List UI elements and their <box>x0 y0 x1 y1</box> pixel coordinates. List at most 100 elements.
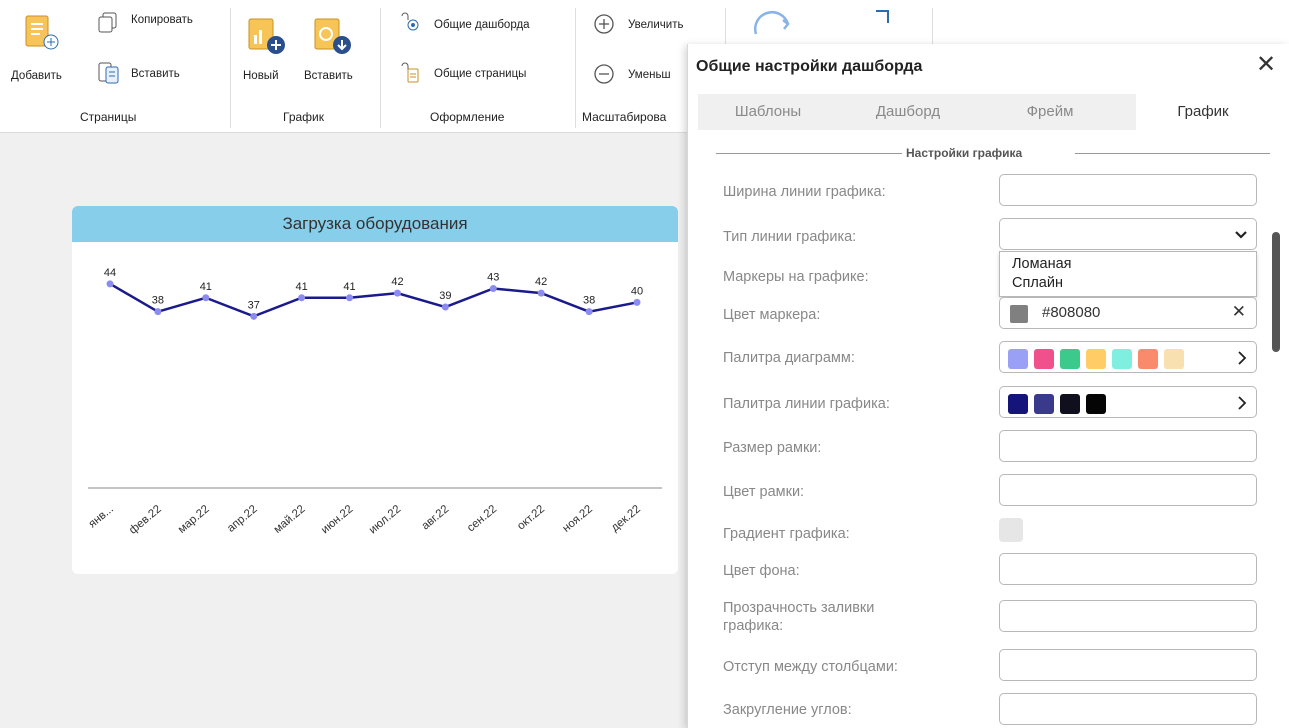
ribbon-separator <box>380 8 381 128</box>
shared-pages-icon[interactable] <box>398 60 422 89</box>
zoom-in-button[interactable]: Увеличить <box>628 19 683 31</box>
corner-rounding-input[interactable] <box>999 693 1257 725</box>
data-label: 38 <box>583 295 595 307</box>
line-width-input[interactable] <box>999 174 1257 206</box>
fill-opacity-input[interactable] <box>999 600 1257 632</box>
x-tick-label: апр.22 <box>225 503 260 535</box>
marker-color-value: #808080 <box>1042 304 1101 321</box>
section-title: Настройки графика <box>906 146 1023 160</box>
data-label: 40 <box>631 285 643 297</box>
border-size-input[interactable] <box>999 430 1257 462</box>
add-page-icon[interactable] <box>22 14 60 57</box>
data-point[interactable] <box>393 289 401 297</box>
fill-opacity-label-line: Прозрачность заливки <box>723 600 875 616</box>
zoom-out-button[interactable]: Уменьш <box>628 69 671 81</box>
data-point[interactable] <box>489 284 497 292</box>
border-color-label: Цвет рамки: <box>723 484 805 500</box>
zoom-out-icon[interactable] <box>593 63 615 90</box>
data-point[interactable] <box>202 294 210 302</box>
chevron-down-icon <box>1235 231 1247 239</box>
settings-tabs: Шаблоны Дашборд Фрейм График <box>698 94 1270 130</box>
background-color-label: Цвет фона: <box>723 563 800 579</box>
line-palette-swatch <box>1060 394 1080 414</box>
zoom-in-icon[interactable] <box>593 13 615 40</box>
add-page-button[interactable]: Добавить <box>11 70 62 82</box>
palette-label: Палитра диаграмм: <box>723 350 855 366</box>
data-label: 39 <box>439 290 451 302</box>
corner-rounding-label: Закругление углов: <box>723 702 852 718</box>
data-point[interactable] <box>346 294 354 302</box>
marker-color-label: Цвет маркера: <box>723 307 821 323</box>
line-palette-picker[interactable] <box>999 386 1257 418</box>
dialog-title: Общие настройки дашборда <box>696 58 923 75</box>
gradient-checkbox[interactable] <box>999 518 1023 542</box>
data-point[interactable] <box>633 298 641 306</box>
ribbon-separator <box>575 8 576 128</box>
line-palette-swatch <box>1008 394 1028 414</box>
copy-icon[interactable] <box>96 10 120 39</box>
section-divider <box>716 153 902 154</box>
section-divider <box>1075 153 1270 154</box>
data-point[interactable] <box>585 308 593 316</box>
marker-color-field[interactable]: #808080 ✕ <box>999 297 1257 329</box>
scrollbar-thumb[interactable] <box>1272 232 1280 352</box>
fullscreen-icon[interactable] <box>872 8 892 33</box>
palette-swatch <box>1112 349 1132 369</box>
line-palette-swatch <box>1034 394 1054 414</box>
x-tick-label: янв... <box>87 503 116 530</box>
palette-swatch <box>1008 349 1028 369</box>
data-label: 37 <box>248 299 260 311</box>
column-gap-input[interactable] <box>999 649 1257 681</box>
copy-button[interactable]: Копировать <box>131 14 193 26</box>
line-palette-label: Палитра линии графика: <box>723 396 890 412</box>
data-label: 41 <box>296 281 308 293</box>
paste-icon[interactable] <box>96 60 122 91</box>
data-point[interactable] <box>537 289 545 297</box>
tab-chart[interactable]: График <box>1136 94 1270 130</box>
new-chart-button[interactable]: Новый <box>243 70 279 82</box>
tab-dashboard[interactable]: Дашборд <box>838 94 978 130</box>
background-color-input[interactable] <box>999 553 1257 585</box>
border-color-input[interactable] <box>999 474 1257 506</box>
x-tick-label: мар.22 <box>176 503 212 536</box>
clear-color-icon[interactable]: ✕ <box>1232 302 1246 322</box>
option-spline[interactable]: Сплайн <box>1012 275 1063 291</box>
paste-button[interactable]: Вставить <box>131 68 180 80</box>
close-icon[interactable]: ✕ <box>1256 50 1276 79</box>
group-label-design: Оформление <box>430 110 505 124</box>
shared-pages-button[interactable]: Общие страницы <box>434 68 526 80</box>
data-point[interactable] <box>154 308 162 316</box>
data-point[interactable] <box>106 280 114 288</box>
x-tick-label: июл.22 <box>367 503 403 536</box>
chart-card[interactable]: Загрузка оборудования 44 янв... 38 фев.22 41… <box>72 206 678 574</box>
x-tick-label: окт.22 <box>515 503 547 532</box>
data-label: 41 <box>200 281 212 293</box>
data-label: 42 <box>535 276 547 288</box>
data-point[interactable] <box>250 312 258 320</box>
palette-swatch <box>1060 349 1080 369</box>
palette-swatch <box>1034 349 1054 369</box>
new-chart-icon[interactable] <box>246 15 288 62</box>
data-label: 42 <box>391 276 403 288</box>
column-gap-label: Отступ между столбцами: <box>723 659 898 675</box>
data-point[interactable] <box>298 294 306 302</box>
shared-dashboards-button[interactable]: Общие дашборда <box>434 19 530 31</box>
x-tick-label: фев.22 <box>127 503 164 537</box>
shared-dashboards-icon[interactable] <box>398 10 422 39</box>
option-polyline[interactable]: Ломаная <box>1012 256 1072 272</box>
palette-picker[interactable] <box>999 341 1257 373</box>
paste-chart-icon[interactable] <box>312 15 354 62</box>
border-size-label: Размер рамки: <box>723 440 822 456</box>
paste-chart-button[interactable]: Вставить <box>304 70 353 82</box>
line-width-label: Ширина линии графика: <box>723 184 886 200</box>
x-tick-label: ноя.22 <box>561 503 596 535</box>
data-label: 41 <box>343 281 355 293</box>
tab-templates[interactable]: Шаблоны <box>698 94 838 130</box>
fill-opacity-label: Прозрачность заливки графика: <box>723 599 874 635</box>
tab-frame[interactable]: Фрейм <box>980 94 1120 130</box>
chevron-right-icon <box>1238 351 1247 365</box>
line-palette-swatch <box>1086 394 1106 414</box>
chevron-right-icon <box>1238 396 1247 410</box>
line-type-select[interactable] <box>999 218 1257 250</box>
data-point[interactable] <box>441 303 449 311</box>
